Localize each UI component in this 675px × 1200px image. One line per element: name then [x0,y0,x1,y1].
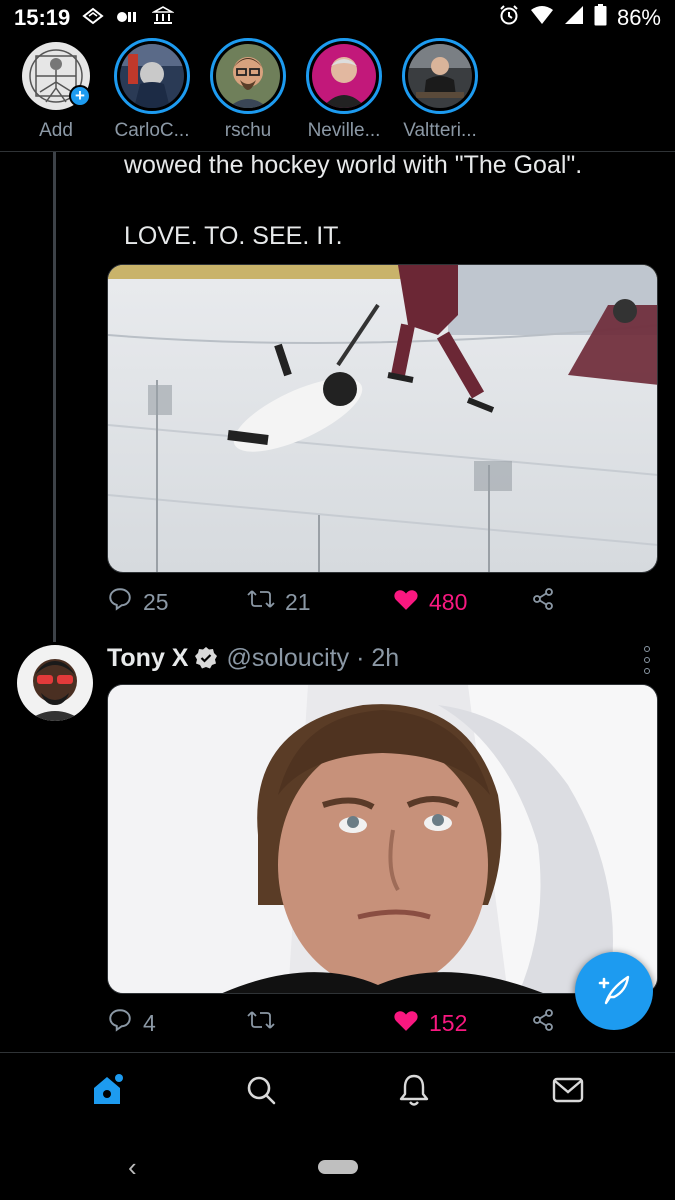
tweet-header: Tony X @soloucity · 2h [107,640,399,676]
nav-explore[interactable] [221,1062,301,1122]
wifi-icon [530,5,554,31]
nav-notifications[interactable] [374,1062,454,1122]
reply-count: 4 [143,1009,156,1036]
reply-count: 25 [143,588,169,615]
status-bar: 15:19 86% [0,0,675,36]
system-back-icon[interactable]: ‹ [128,1152,137,1183]
more-options-icon[interactable] [636,646,658,674]
retweet-button[interactable]: 21 [247,586,393,618]
fleet-ring [306,38,382,114]
avatar [120,44,184,108]
signal-icon [564,5,584,31]
compose-feather-icon [594,969,634,1014]
tweet-media-video[interactable] [107,264,658,573]
heart-icon [393,1008,419,1038]
like-button[interactable]: 152 [393,1008,531,1038]
pill-icon [116,5,140,31]
vpn-icon [82,5,104,31]
fleet-neville[interactable]: Neville... [305,38,383,150]
tweet-text-line: LOVE. TO. SEE. IT. [124,222,343,250]
fleet-label: CarloC... [114,120,190,141]
like-count: 480 [429,588,468,615]
alarm-icon [498,4,520,32]
fleet-label: Neville... [307,120,381,141]
avatar [408,44,472,108]
retweet-icon [247,1007,275,1039]
fleet-ring [402,38,478,114]
share-icon [531,1008,555,1038]
fleet-rschu[interactable]: rschu [209,38,287,150]
verified-icon [194,646,218,670]
heart-icon [393,587,419,617]
nav-messages[interactable] [528,1062,608,1122]
tweet-actions: 25 21 480 [107,585,567,619]
share-button[interactable] [531,587,555,617]
bottom-nav-divider [0,1052,675,1053]
reply-icon [107,1007,133,1039]
mail-icon [552,1076,584,1109]
fleet-ring [210,38,286,114]
fleet-label: Add [39,120,73,141]
battery-percent: 86% [616,5,661,30]
fleet-label: Valtteri... [403,120,477,141]
fleet-ring: + [18,38,94,114]
avatar [312,44,376,108]
like-button[interactable]: 480 [393,587,531,617]
fleet-ring [114,38,190,114]
tweet-text-line: wowed the hockey world with "The Goal". [124,151,583,179]
system-nav-bar: ‹ [0,1140,675,1200]
reply-button[interactable]: 4 [107,1007,247,1039]
bottom-nav [0,1060,675,1124]
bell-icon [398,1073,430,1112]
status-time: 15:19 [14,5,71,30]
tweet-actions: 4 152 [107,1006,567,1040]
battery-icon [594,4,607,32]
bank-icon [151,5,176,31]
reply-icon [107,586,133,618]
search-icon [245,1074,277,1111]
thread-line [53,152,56,642]
reply-button[interactable]: 25 [107,586,247,618]
avatar [216,44,280,108]
author-handle-time: @soloucity · 2h [226,643,400,672]
like-count: 152 [429,1009,468,1036]
spectator-video-frame [108,685,657,993]
retweet-count: 21 [285,588,311,615]
nav-home[interactable] [67,1062,147,1122]
hockey-video-frame [108,265,657,572]
share-button[interactable] [531,1008,555,1038]
retweet-icon [247,586,275,618]
share-icon [531,587,555,617]
system-home-pill[interactable] [318,1160,358,1174]
fleet-add[interactable]: + Add [17,38,95,150]
avatar[interactable] [17,645,93,721]
fleets-row: + Add CarloC... rschu Neville... Valtter… [0,38,675,150]
author-name[interactable]: Tony X [107,644,188,673]
fleet-valtteri[interactable]: Valtteri... [401,38,479,150]
fleet-label: rschu [224,120,272,141]
compose-tweet-button[interactable] [575,952,653,1030]
tweet-media-video[interactable] [107,684,658,994]
retweet-button[interactable] [247,1007,393,1039]
home-icon [90,1073,124,1112]
fleet-carloc[interactable]: CarloC... [113,38,191,150]
plus-icon: + [69,85,91,107]
